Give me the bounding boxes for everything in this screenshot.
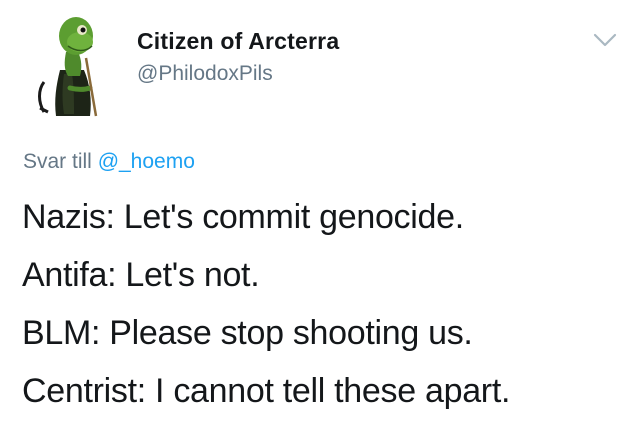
display-name[interactable]: Citizen of Arcterra <box>137 28 339 55</box>
reply-prefix: Svar till <box>23 150 98 173</box>
avatar[interactable] <box>30 8 120 120</box>
tweet-line: Nazis: Let's commit genocide. <box>22 198 464 236</box>
user-handle[interactable]: @PhilodoxPils <box>137 62 273 86</box>
tweet-text: Nazis: Let's commit genocide. Antifa: Le… <box>22 188 510 420</box>
reply-context: Svar till @_hoemo <box>23 150 195 174</box>
more-options-button[interactable] <box>592 30 618 50</box>
reply-mention-link[interactable]: @_hoemo <box>98 150 195 173</box>
chevron-down-icon <box>593 33 617 47</box>
lizard-avatar-icon <box>38 17 98 117</box>
tweet-line: Antifa: Let's not. <box>22 256 260 294</box>
tweet-line: BLM: Please stop shooting us. <box>22 314 473 352</box>
tweet-line: Centrist: I cannot tell these apart. <box>22 372 511 410</box>
tweet: Citizen of Arcterra @PhilodoxPils Svar t… <box>0 0 640 426</box>
